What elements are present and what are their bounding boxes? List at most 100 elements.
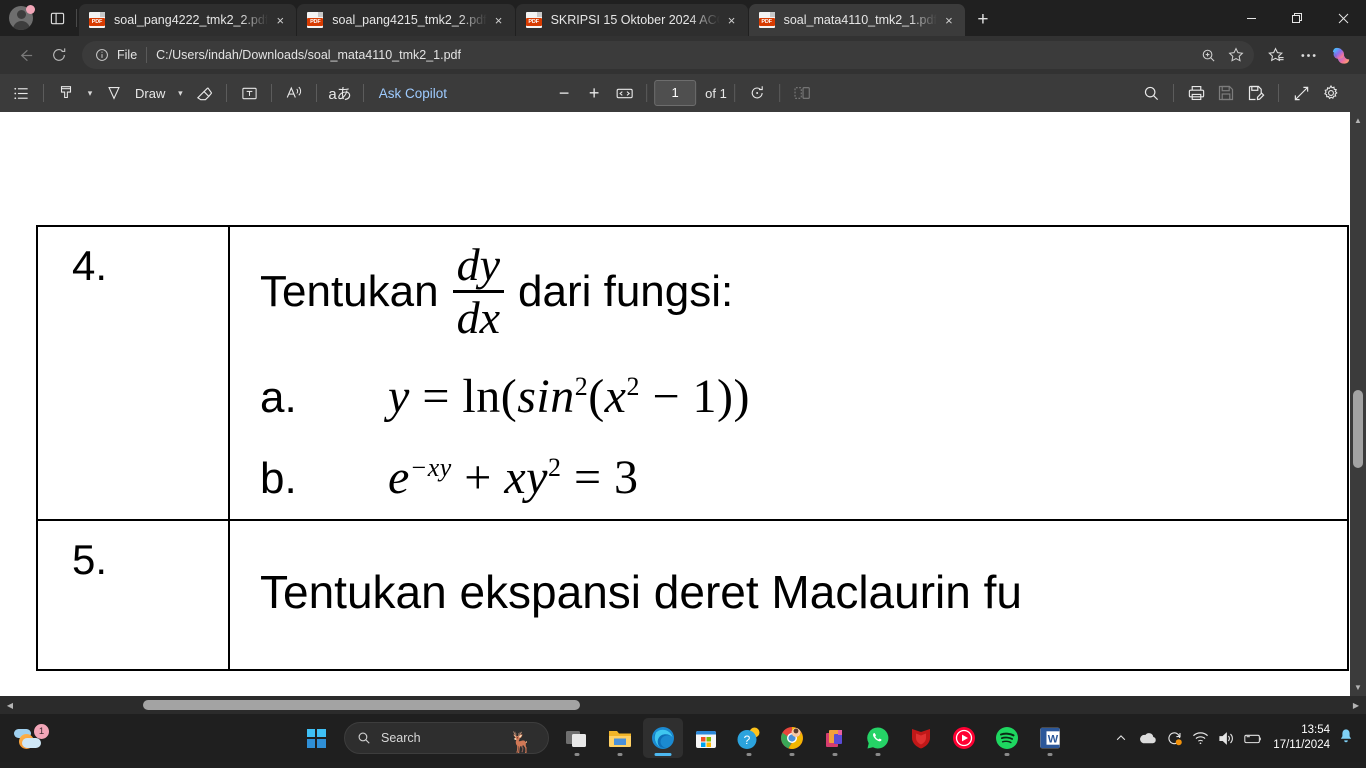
windows-update-icon[interactable] [1161, 718, 1187, 758]
minimize-button[interactable] [1228, 0, 1274, 36]
toolbar-divider [778, 84, 780, 102]
battery-icon[interactable] [1239, 718, 1267, 758]
url-text[interactable]: C:/Users/indah/Downloads/soal_mata4110_t… [156, 48, 1194, 62]
pdf-viewer-area[interactable]: 4. Tentukan dy dx dari fungsi: a. y = ln… [0, 112, 1366, 696]
search-icon[interactable] [1136, 79, 1166, 107]
back-button[interactable] [8, 40, 42, 70]
horizontal-scrollbar-thumb[interactable] [143, 700, 580, 710]
omnibox-actions [1194, 43, 1250, 67]
new-tab-button[interactable]: + [966, 4, 1000, 36]
clock-date: 17/11/2024 [1273, 739, 1330, 751]
save-icon[interactable] [1211, 79, 1241, 107]
question-prompt: Tentukan dy dx dari fungsi: [260, 240, 1347, 343]
scroll-down-arrow-icon[interactable]: ▼ [1350, 679, 1366, 696]
rotate-icon[interactable] [742, 79, 772, 107]
show-hidden-icons-chevron-icon[interactable] [1108, 718, 1134, 758]
zoom-icon[interactable] [1194, 43, 1222, 67]
zoom-in-button[interactable]: + [579, 79, 609, 107]
volume-icon[interactable] [1213, 718, 1239, 758]
ask-copilot-button[interactable]: Ask Copilot [371, 79, 455, 107]
taskbar-app-spotify[interactable] [987, 718, 1027, 758]
question-number-cell: 5. [36, 518, 230, 671]
tab-actions-icon[interactable] [42, 3, 72, 33]
close-icon[interactable]: × [268, 8, 292, 32]
collections-icon[interactable] [1260, 40, 1292, 70]
taskbar-app-microsoft-edge[interactable] [643, 718, 683, 758]
wifi-icon[interactable] [1187, 718, 1213, 758]
taskbar-app-task-view[interactable] [557, 718, 597, 758]
notification-bell-icon[interactable] [1338, 728, 1360, 749]
address-omnibox[interactable]: File C:/Users/indah/Downloads/soal_mata4… [82, 41, 1254, 69]
vertical-scrollbar-thumb[interactable] [1353, 390, 1363, 468]
vertical-scrollbar[interactable]: ▲ ▼ [1350, 112, 1366, 696]
draw-icon[interactable] [99, 79, 129, 107]
browser-tab[interactable]: PDF SKRIPSI 15 Oktober 2024 ACC ALH × [515, 4, 748, 36]
taskbar-center-cluster: Search 🦌 ? W [296, 718, 1070, 758]
close-window-button[interactable] [1320, 0, 1366, 36]
pdf-toolbar-right [1136, 79, 1346, 107]
deer-illustration-icon: 🦌 [508, 732, 534, 754]
highlight-icon[interactable] [51, 79, 81, 107]
taskbar-app-microsoft-store[interactable] [686, 718, 726, 758]
close-icon[interactable]: × [720, 8, 744, 32]
browser-tab[interactable]: PDF soal_pang4222_tmk2_2.pdf × [79, 4, 297, 36]
fullscreen-icon[interactable] [1286, 79, 1316, 107]
translate-icon[interactable]: aあ [324, 79, 355, 107]
draw-button[interactable]: Draw [129, 79, 171, 107]
taskbar-app-google-chrome[interactable] [772, 718, 812, 758]
read-aloud-icon[interactable] [279, 79, 309, 107]
taskbar-app-whatsapp[interactable] [858, 718, 898, 758]
scroll-left-arrow-icon[interactable]: ◀ [2, 696, 18, 714]
start-button[interactable] [296, 718, 336, 758]
question-item-a: a. y = ln(sin2(x2 − 1)) [260, 369, 1347, 424]
settings-and-more-icon[interactable] [1292, 40, 1324, 70]
close-icon[interactable]: × [487, 8, 511, 32]
toolbar-divider [316, 84, 318, 102]
horizontal-scrollbar[interactable]: ◀ ▶ [0, 696, 1366, 714]
close-icon[interactable]: × [937, 8, 961, 32]
chevron-down-icon-draw[interactable]: ▾ [171, 79, 189, 107]
gear-icon[interactable] [1316, 79, 1346, 107]
file-scheme-label: File [117, 48, 138, 62]
item-expression-a: y = ln(sin2(x2 − 1)) [388, 369, 750, 423]
clock[interactable]: 13:54 17/11/2024 [1267, 723, 1338, 753]
toolbar-divider [1278, 84, 1279, 102]
save-as-icon[interactable] [1241, 79, 1271, 107]
site-info-icon[interactable] [92, 45, 112, 65]
scroll-right-arrow-icon[interactable]: ▶ [1348, 696, 1364, 714]
avatar[interactable] [6, 3, 36, 33]
taskbar-app-canva[interactable] [815, 718, 855, 758]
browser-tab-active[interactable]: PDF soal_mata4110_tmk2_1.pdf × [748, 4, 965, 36]
tabstrip-divider [76, 9, 77, 27]
taskbar-app-get-help[interactable]: ? [729, 718, 769, 758]
taskbar-app-mcafee[interactable] [901, 718, 941, 758]
question-body-cell: Tentukan dy dx dari fungsi: a. y = ln(si… [228, 225, 1349, 521]
fit-to-width-icon[interactable] [609, 79, 639, 107]
table-row: 4. Tentukan dy dx dari fungsi: a. y = ln… [36, 225, 1349, 521]
toolbar-divider [646, 84, 648, 102]
windows-logo-icon [306, 728, 326, 748]
text-box-icon[interactable] [234, 79, 264, 107]
zoom-out-button[interactable]: − [549, 79, 579, 107]
taskbar-app-youtube-music[interactable] [944, 718, 984, 758]
table-of-contents-icon[interactable] [6, 79, 36, 107]
browser-tab[interactable]: PDF soal_pang4215_tmk2_2.pdf × [297, 4, 515, 36]
chevron-down-icon-highlight[interactable]: ▾ [81, 79, 99, 107]
print-icon[interactable] [1181, 79, 1211, 107]
onedrive-icon[interactable] [1134, 718, 1161, 758]
page-view-icon[interactable] [787, 79, 817, 107]
prompt-before-text: Tentukan [260, 266, 439, 316]
page-number-input[interactable]: 1 [654, 80, 697, 106]
taskbar-app-microsoft-word[interactable]: W [1030, 718, 1070, 758]
taskbar-app-file-explorer[interactable] [600, 718, 640, 758]
copilot-icon[interactable] [1324, 40, 1358, 70]
taskbar-search-box[interactable]: Search 🦌 [344, 722, 549, 754]
scroll-up-arrow-icon[interactable]: ▲ [1350, 112, 1366, 129]
avatar-notification-dot [26, 5, 35, 14]
restore-button[interactable] [1274, 0, 1320, 36]
favorite-star-icon[interactable] [1222, 43, 1250, 67]
svg-text:W: W [1048, 734, 1059, 746]
eraser-icon[interactable] [189, 79, 219, 107]
reload-button[interactable] [42, 40, 76, 70]
weather-widget[interactable]: 1 [14, 724, 49, 751]
